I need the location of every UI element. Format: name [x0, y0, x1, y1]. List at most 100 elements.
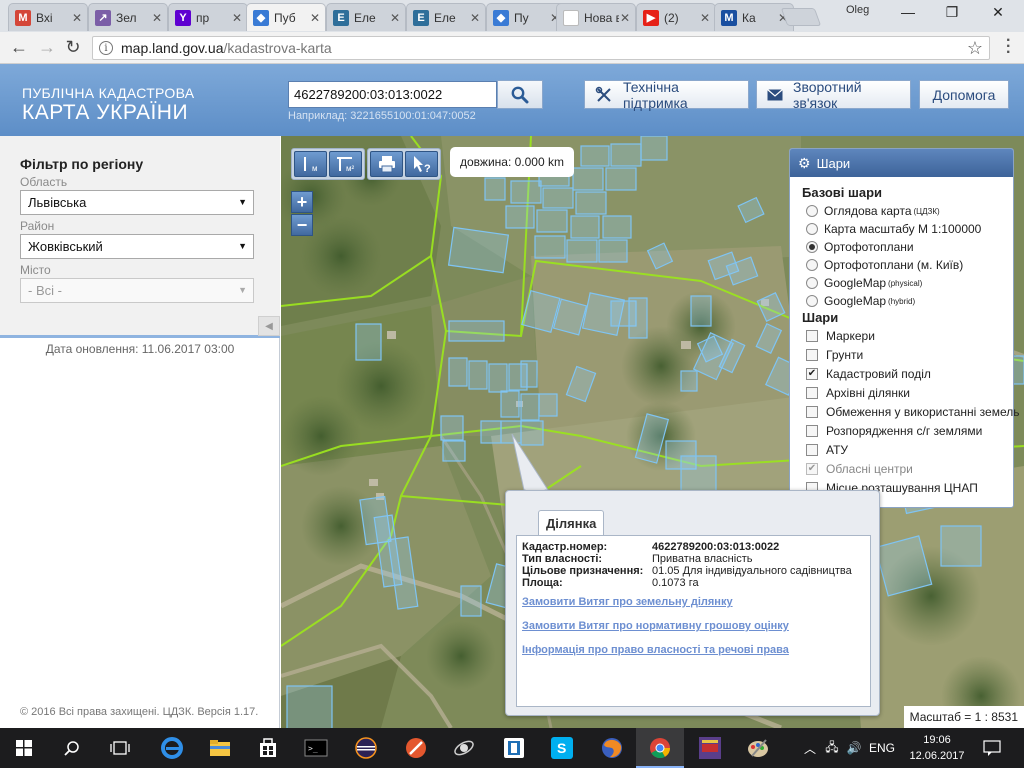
close-tab-icon[interactable]: ✕ — [389, 11, 401, 25]
brand-line2[interactable]: КАРТА УКРАЇНИ — [22, 101, 188, 125]
overlay-layer-option[interactable]: Маркери — [806, 328, 875, 344]
radio-button[interactable] — [806, 259, 818, 271]
checkbox[interactable] — [806, 425, 818, 437]
taskbar-paint-app[interactable] — [392, 728, 440, 768]
ownership-info-link[interactable]: Інформація про право власності та речові… — [522, 644, 789, 656]
taskbar-skype[interactable]: S — [538, 728, 586, 768]
order-valuation-extract-link[interactable]: Замовити Витяг про нормативну грошову оц… — [522, 620, 789, 632]
browser-tab[interactable]: ◆ Пуб ✕ — [246, 3, 326, 31]
task-view-button[interactable] — [96, 728, 144, 768]
rayon-select[interactable]: Жовківський ▼ — [20, 234, 254, 259]
close-tab-icon[interactable]: ✕ — [71, 11, 83, 25]
info-icon[interactable]: i — [99, 41, 113, 55]
close-tab-icon[interactable]: ✕ — [231, 11, 243, 25]
restore-icon[interactable]: ❐ — [940, 4, 964, 21]
checkbox[interactable] — [806, 406, 818, 418]
cadastral-search-input[interactable] — [288, 81, 497, 108]
help-button[interactable]: Допомога — [919, 80, 1009, 109]
taskbar-store[interactable] — [244, 728, 292, 768]
browser-tab[interactable]: ↗ Зел ✕ — [88, 3, 168, 31]
close-tab-icon[interactable]: ✕ — [309, 11, 321, 25]
support-button[interactable]: Технічна підтримка — [584, 79, 749, 111]
feedback-button[interactable]: Зворотний зв'язок — [756, 79, 911, 111]
radio-button[interactable] — [806, 241, 818, 253]
bookmark-star-icon[interactable]: ☆ — [967, 38, 983, 59]
brand-line1[interactable]: ПУБЛІЧНА КАДАСТРОВА — [22, 85, 194, 101]
browser-tab[interactable]: E Еле ✕ — [406, 3, 486, 31]
chevron-up-icon[interactable]: ︿ — [800, 740, 820, 757]
measure-area-button[interactable]: м² — [329, 151, 362, 177]
checkbox[interactable] — [806, 387, 818, 399]
checkbox[interactable] — [806, 349, 818, 361]
base-layer-option[interactable]: Ортофотоплани — [806, 239, 914, 255]
zoom-in-button[interactable]: + — [291, 191, 313, 213]
notifications-button[interactable] — [972, 728, 1012, 768]
browser-tab[interactable]: ▶ (2) ✕ — [636, 3, 716, 31]
city-select[interactable]: - Всі - ▼ — [20, 278, 254, 303]
zoom-out-button[interactable]: − — [291, 214, 313, 236]
taskbar-vs-app[interactable] — [490, 728, 538, 768]
browser-tab[interactable]: E Еле ✕ — [326, 3, 406, 31]
oblast-select[interactable]: Львівська ▼ — [20, 190, 254, 215]
cadastral-map[interactable]: м м² ? довжина: 0.000 km + − ⚙ Шари Базо… — [281, 136, 1024, 728]
collapse-sidebar-button[interactable]: ◀ — [258, 316, 280, 336]
taskbar-game-app[interactable] — [686, 728, 734, 768]
browser-tab[interactable]: Yпр ✕ — [168, 3, 248, 31]
browser-tab[interactable]: ◆ Пу ✕ — [486, 3, 566, 31]
overlay-layer-option[interactable]: Обмеження у використанні земель — [806, 404, 1019, 420]
volume-icon[interactable]: 🔊 — [844, 741, 864, 755]
print-button[interactable] — [370, 151, 403, 177]
base-layer-option[interactable]: Карта масштабу М 1:100000 — [806, 221, 981, 237]
close-tab-icon[interactable]: ✕ — [469, 11, 481, 25]
close-window-icon[interactable]: ✕ — [986, 4, 1010, 21]
url-field[interactable]: i map.land.gov.ua/kadastrova-karta ☆ — [92, 36, 990, 60]
tab-parcel[interactable]: Ділянка — [538, 510, 605, 536]
search-taskbar-button[interactable] — [48, 728, 96, 768]
checkbox[interactable] — [806, 444, 818, 456]
radio-button[interactable] — [806, 277, 818, 289]
base-layer-option[interactable]: GoogleMap (hybrid) — [806, 293, 915, 309]
base-layer-option[interactable]: Оглядова карта (ЦДЗК) — [806, 203, 940, 219]
close-tab-icon[interactable]: ✕ — [151, 11, 163, 25]
order-parcel-extract-link[interactable]: Замовити Витяг про земельну ділянку — [522, 596, 733, 608]
browser-menu-icon[interactable]: · · · — [1006, 33, 1012, 61]
taskbar-firefox[interactable] — [588, 728, 636, 768]
checkbox[interactable] — [806, 330, 818, 342]
taskbar-satellite-app[interactable] — [440, 728, 488, 768]
close-tab-icon[interactable]: ✕ — [619, 11, 631, 25]
base-layer-option[interactable]: Ортофотоплани (м. Київ) — [806, 257, 963, 273]
taskbar-explorer[interactable] — [196, 728, 244, 768]
base-layer-option[interactable]: GoogleMap (physical) — [806, 275, 922, 291]
keyboard-language[interactable]: ENG — [864, 741, 900, 755]
taskbar-eclipse[interactable] — [342, 728, 390, 768]
browser-tab[interactable]: Нова в ✕ — [556, 3, 636, 31]
taskbar-edge[interactable] — [148, 728, 196, 768]
overlay-layer-option[interactable]: Розпорядження с/г землями — [806, 423, 982, 439]
measure-distance-button[interactable]: м — [294, 151, 327, 177]
layers-panel-header[interactable]: ⚙ Шари — [790, 149, 1013, 177]
search-button[interactable] — [497, 80, 543, 109]
identify-button[interactable]: ? — [405, 151, 438, 177]
overlay-layer-option[interactable]: ✔ Обласні центри — [806, 461, 913, 477]
minimize-icon[interactable]: — — [896, 4, 920, 20]
profile-name[interactable]: Oleg — [846, 4, 869, 16]
radio-button[interactable] — [806, 223, 818, 235]
new-tab-button[interactable] — [780, 8, 822, 26]
close-tab-icon[interactable]: ✕ — [699, 11, 711, 25]
taskbar-paint-palette[interactable] — [734, 728, 782, 768]
browser-tab[interactable]: M Вхі ✕ — [8, 3, 88, 31]
system-clock[interactable]: 19:06 12.06.2017 — [906, 732, 968, 764]
reload-icon[interactable]: ↻ — [62, 37, 84, 57]
checkbox[interactable]: ✔ — [806, 368, 818, 380]
network-icon[interactable]: 🖧 — [820, 738, 844, 759]
start-button[interactable] — [0, 728, 48, 768]
overlay-layer-option[interactable]: Грунти — [806, 347, 863, 363]
forward-arrow-icon[interactable]: → — [36, 37, 58, 57]
overlay-layer-option[interactable]: АТУ — [806, 442, 848, 458]
back-arrow-icon[interactable]: ← — [8, 37, 30, 57]
radio-button[interactable] — [806, 295, 818, 307]
radio-button[interactable] — [806, 205, 818, 217]
taskbar-terminal[interactable]: >_ — [292, 728, 340, 768]
taskbar-chrome[interactable] — [636, 728, 684, 768]
overlay-layer-option[interactable]: ✔ Кадастровий поділ — [806, 366, 931, 382]
